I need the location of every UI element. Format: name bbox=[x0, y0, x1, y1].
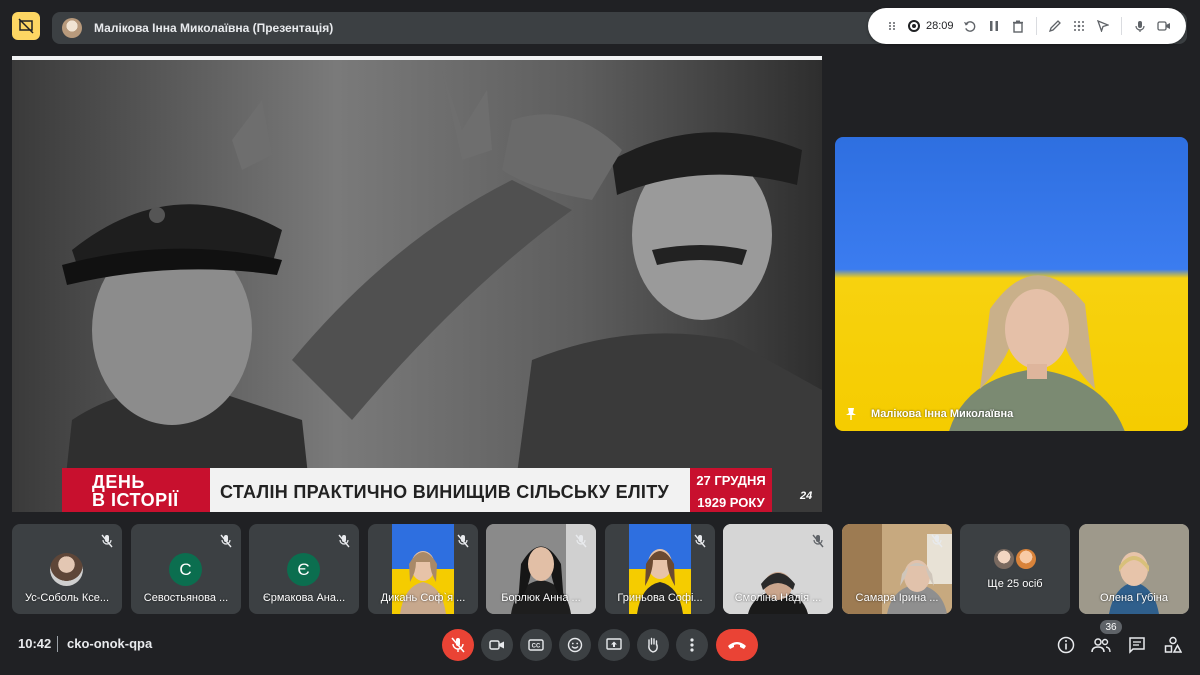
recording-controls: 28:09 bbox=[868, 8, 1186, 44]
participant-tile[interactable]: Ус-Соболь Ксе... bbox=[12, 524, 122, 614]
delete-icon[interactable] bbox=[1006, 14, 1030, 38]
presenter-video-tile[interactable]: Малікова Інна Миколаївна bbox=[835, 137, 1188, 431]
hang-up-icon bbox=[728, 642, 746, 649]
more-participants-label: Ще 25 осіб bbox=[987, 578, 1043, 590]
meet-window: Малікова Інна Миколаївна (Презентація) 2… bbox=[0, 0, 1200, 675]
participant-name: Гриньова Софі... bbox=[617, 592, 703, 604]
captions-icon: CC bbox=[528, 639, 544, 651]
participant-tile[interactable]: Смоліна Надія ... bbox=[723, 524, 833, 614]
current-time: 10:42 bbox=[18, 636, 52, 651]
banner-headline: СТАЛІН ПРАКТИЧНО ВИНИЩИВ СІЛЬСЬКУ ЕЛІТУ bbox=[210, 468, 690, 512]
divider bbox=[57, 636, 58, 652]
present-screen-button[interactable] bbox=[598, 629, 630, 661]
more-participants-tile[interactable]: Ще 25 осіб bbox=[960, 524, 1070, 614]
participant-name: Самара Ірина ... bbox=[855, 592, 939, 604]
meeting-code: cko-onok-qpa bbox=[67, 636, 153, 651]
camera-toggle-button[interactable] bbox=[481, 629, 513, 661]
muted-mic-icon bbox=[811, 534, 825, 548]
news-banner: ДЕНЬ В ІСТОРІЇ СТАЛІН ПРАКТИЧНО ВИНИЩИВ … bbox=[62, 468, 772, 512]
muted-mic-icon bbox=[574, 534, 588, 548]
divider bbox=[1120, 17, 1122, 35]
banner-date-line-2: 1929 РОКУ bbox=[697, 495, 765, 510]
divider bbox=[1035, 17, 1037, 35]
participant-name: Ус-Соболь Ксе... bbox=[24, 592, 110, 604]
more-options-button[interactable] bbox=[676, 629, 708, 661]
drag-handle-icon[interactable] bbox=[880, 14, 904, 38]
present-screen-icon bbox=[606, 638, 622, 650]
raise-hand-button[interactable] bbox=[637, 629, 669, 661]
participant-name: Дикань Соф`я ... bbox=[380, 592, 466, 604]
chat-icon[interactable] bbox=[1125, 633, 1149, 657]
hand-icon bbox=[648, 637, 658, 653]
presenter-video bbox=[949, 275, 1125, 431]
participant-tile[interactable]: С Севостьянова ... bbox=[131, 524, 241, 614]
stop-presenting-icon[interactable] bbox=[12, 12, 40, 40]
presenter-avatar bbox=[62, 18, 82, 38]
people-count-badge: 36 bbox=[1100, 620, 1122, 634]
participant-avatar: С bbox=[169, 553, 202, 586]
microphone-icon[interactable] bbox=[1128, 14, 1152, 38]
captions-button[interactable]: CC bbox=[520, 629, 552, 661]
muted-mic-icon bbox=[693, 534, 707, 548]
mic-off-icon bbox=[451, 637, 465, 653]
banner-date-line-1: 27 ГРУДНЯ bbox=[696, 473, 766, 488]
camera-icon bbox=[489, 640, 504, 650]
activities-icon[interactable] bbox=[1161, 633, 1185, 657]
participant-name: Борлюк Анна ... bbox=[501, 592, 581, 604]
historical-photo bbox=[12, 60, 822, 512]
muted-mic-icon bbox=[337, 534, 351, 548]
svg-text:CC: CC bbox=[532, 644, 541, 650]
banner-section-label: ДЕНЬ В ІСТОРІЇ bbox=[62, 468, 210, 512]
people-icon[interactable] bbox=[1089, 633, 1113, 657]
participant-name: Олена Губіна bbox=[1100, 592, 1168, 604]
participant-tile[interactable]: Гриньова Софі... bbox=[605, 524, 715, 614]
shared-presentation: ДЕНЬ В ІСТОРІЇ СТАЛІН ПРАКТИЧНО ВИНИЩИВ … bbox=[12, 56, 822, 512]
muted-mic-icon bbox=[930, 534, 944, 548]
camera-icon[interactable] bbox=[1152, 14, 1176, 38]
reactions-button[interactable] bbox=[559, 629, 591, 661]
muted-mic-icon bbox=[100, 534, 114, 548]
muted-mic-icon bbox=[456, 534, 470, 548]
banner-label-line-2: В ІСТОРІЇ bbox=[92, 490, 179, 510]
presenter-name: Малікова Інна Миколаївна bbox=[871, 408, 1014, 420]
blur-icon[interactable] bbox=[1067, 14, 1091, 38]
more-vert-icon bbox=[690, 638, 694, 652]
presentation-title: Малікова Інна Миколаївна (Презентація) bbox=[94, 21, 334, 35]
pen-icon[interactable] bbox=[1043, 14, 1067, 38]
banner-date: 27 ГРУДНЯ 1929 РОКУ bbox=[690, 468, 772, 512]
participant-tile[interactable]: Борлюк Анна ... bbox=[486, 524, 596, 614]
banner-label-line-1: ДЕНЬ bbox=[92, 472, 145, 492]
participant-avatar bbox=[994, 549, 1014, 569]
participant-tile[interactable]: Є Єрмакова Ана... bbox=[249, 524, 359, 614]
participant-name: Єрмакова Ана... bbox=[262, 592, 346, 604]
participant-avatar bbox=[50, 553, 83, 586]
pause-icon[interactable] bbox=[982, 14, 1006, 38]
recording-dot-icon bbox=[908, 20, 920, 32]
emoji-icon bbox=[567, 637, 583, 653]
participant-tile[interactable]: Олена Губіна bbox=[1079, 524, 1189, 614]
restart-icon[interactable] bbox=[958, 14, 982, 38]
pin-icon[interactable] bbox=[845, 407, 857, 424]
microphone-toggle-button[interactable] bbox=[442, 629, 474, 661]
participant-avatar bbox=[1016, 549, 1036, 569]
participant-tile[interactable]: Дикань Соф`я ... bbox=[368, 524, 478, 614]
meeting-info-icon[interactable] bbox=[1054, 633, 1078, 657]
leave-call-button[interactable] bbox=[716, 629, 758, 661]
participant-name: Севостьянова ... bbox=[143, 592, 229, 604]
recording-time: 28:09 bbox=[926, 20, 954, 32]
participant-tile[interactable]: Самара Ірина ... bbox=[842, 524, 952, 614]
channel-logo: 24 bbox=[800, 490, 813, 502]
participant-name: Смоліна Надія ... bbox=[734, 592, 822, 604]
muted-mic-icon bbox=[219, 534, 233, 548]
pointer-icon[interactable] bbox=[1091, 14, 1115, 38]
participant-avatar: Є bbox=[287, 553, 320, 586]
